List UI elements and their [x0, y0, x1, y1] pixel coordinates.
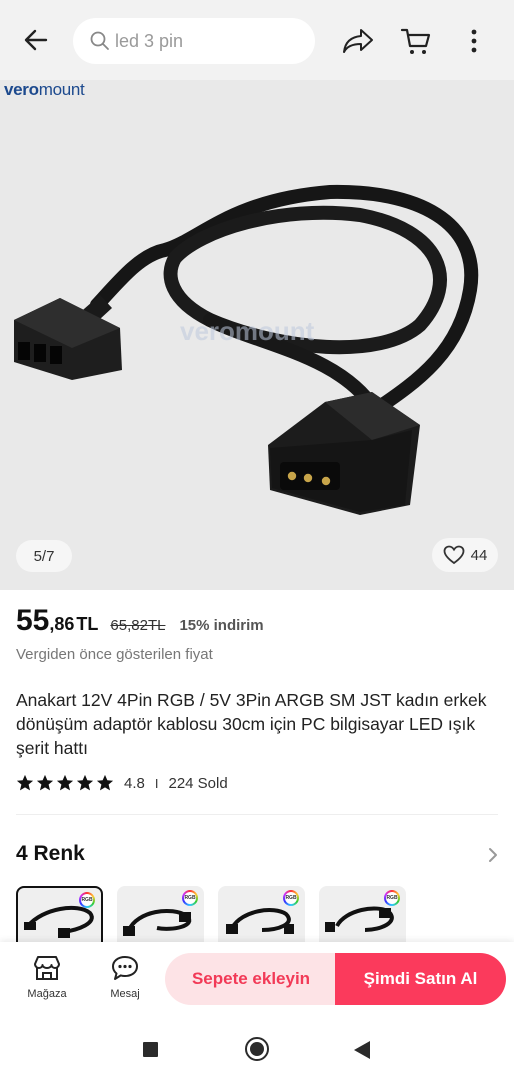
- price-decimal: ,86: [49, 614, 75, 634]
- variant-thumbnail[interactable]: RGB: [319, 886, 406, 942]
- favorite-button[interactable]: 44: [432, 538, 498, 572]
- tax-note: Vergiden önce gösterilen fiyat: [16, 646, 213, 663]
- rating-stars: [16, 774, 114, 792]
- store-icon: [34, 956, 60, 980]
- rgb-badge-icon: RGB: [384, 890, 400, 906]
- store-button[interactable]: Mağaza: [22, 954, 72, 1000]
- star-icon: [56, 774, 74, 791]
- sold-count: 224 Sold: [168, 774, 228, 792]
- rgb-badge-icon: RGB: [182, 890, 198, 906]
- star-icon: [16, 774, 34, 791]
- chevron-right-icon[interactable]: [486, 846, 500, 864]
- rating-value: 4.8: [124, 774, 145, 792]
- message-button[interactable]: Mesaj: [100, 954, 150, 1000]
- search-icon: [90, 31, 109, 50]
- variant-thumbnails: RGB RGB RGB RGB: [16, 886, 406, 942]
- cart-icon: [400, 28, 431, 54]
- rating-separator: I: [154, 775, 159, 791]
- section-divider: [16, 814, 498, 815]
- search-placeholder: led 3 pin: [115, 30, 184, 51]
- heart-icon: [443, 545, 465, 565]
- like-count: 44: [470, 546, 488, 564]
- back-triangle-icon[interactable]: [354, 1041, 370, 1059]
- price-currency: TL: [76, 614, 99, 634]
- home-icon[interactable]: [245, 1037, 269, 1061]
- bottom-action-bar: Mağaza Mesaj Sepete ekleyin Şimdi Satın …: [0, 942, 514, 1018]
- message-label: Mesaj: [110, 988, 140, 1000]
- rating-row[interactable]: 4.8 I 224 Sold: [16, 772, 228, 794]
- rgb-badge-icon: RGB: [79, 892, 95, 908]
- rgb-badge-icon: RGB: [283, 890, 299, 906]
- variants-heading[interactable]: 4 Renk: [16, 842, 85, 866]
- arrow-left-icon: [24, 29, 48, 51]
- price-row: 55 ,86 TL 65,82TL 15% indirim: [16, 604, 264, 640]
- star-icon: [76, 774, 94, 791]
- variant-thumbnail[interactable]: RGB: [117, 886, 204, 942]
- old-price: 65,82TL: [110, 617, 166, 634]
- recents-icon[interactable]: [143, 1042, 158, 1057]
- star-icon: [96, 774, 114, 791]
- back-button[interactable]: [18, 22, 54, 58]
- star-icon: [36, 774, 54, 791]
- discount-label: 15% indirim: [179, 617, 264, 634]
- share-icon: [343, 29, 373, 53]
- image-page-indicator: 5/7: [16, 540, 72, 572]
- share-button[interactable]: [340, 24, 376, 58]
- cart-button[interactable]: [398, 24, 434, 58]
- store-label: Mağaza: [27, 988, 67, 1000]
- search-input[interactable]: led 3 pin: [73, 18, 315, 64]
- product-title: Anakart 12V 4Pin RGB / 5V 3Pin ARGB SM J…: [16, 690, 487, 758]
- chat-bubble-icon: [112, 956, 138, 980]
- top-bar: led 3 pin: [0, 0, 514, 80]
- image-watermark: veromount: [180, 316, 315, 346]
- system-navigation-bar: [0, 1018, 514, 1080]
- more-vertical-icon: [471, 29, 477, 53]
- add-to-cart-button[interactable]: Sepete ekleyin: [165, 953, 337, 1005]
- buy-now-button[interactable]: Şimdi Satın Al: [335, 953, 506, 1005]
- variant-thumbnail[interactable]: RGB: [16, 886, 103, 942]
- price-integer: 55: [16, 604, 50, 637]
- product-image-gallery[interactable]: veromount veromount 5/7 44: [0, 80, 514, 590]
- variant-thumbnail[interactable]: RGB: [218, 886, 305, 942]
- more-options-button[interactable]: [462, 24, 486, 58]
